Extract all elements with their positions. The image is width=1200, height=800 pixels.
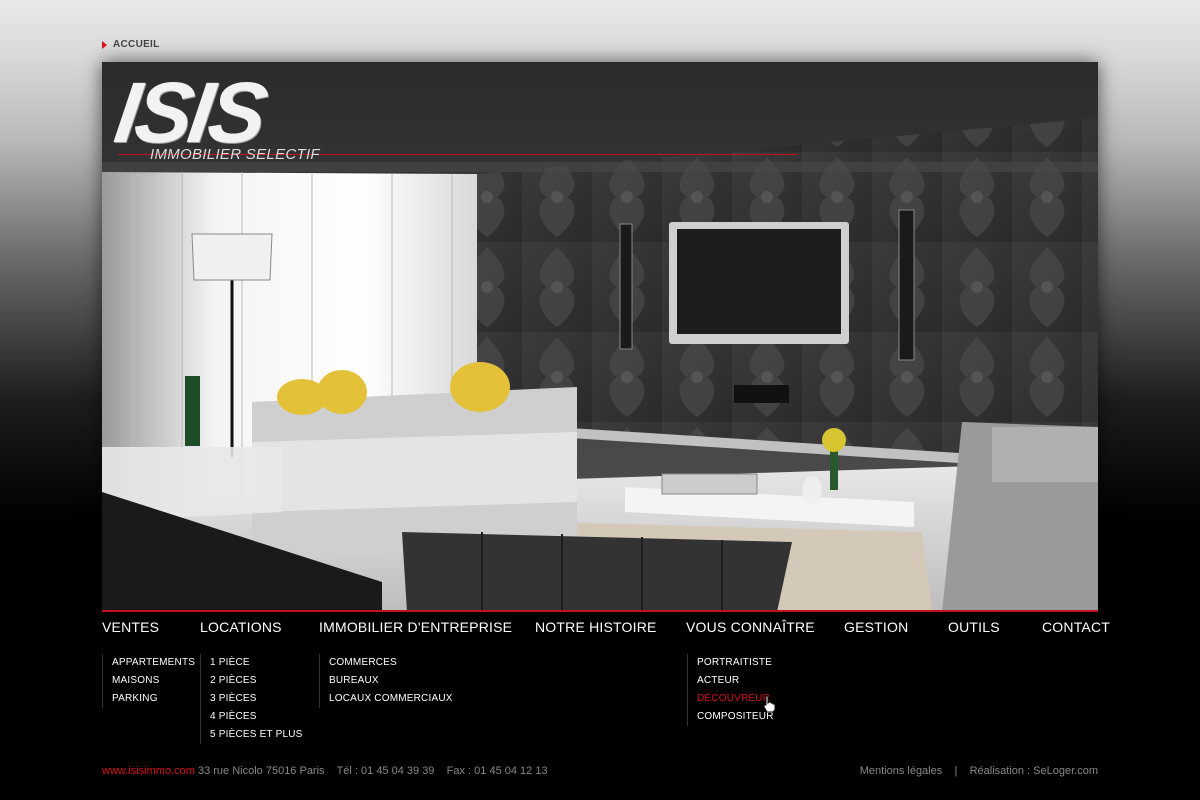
hero-image: ISIS IMMOBILIER SELECTIF — [102, 62, 1098, 612]
submenu-item-2-pieces[interactable]: 2 PIÈCES — [210, 672, 303, 690]
submenu-item-acteur[interactable]: ACTEUR — [697, 672, 774, 690]
submenu-item-maisons[interactable]: MAISONS — [112, 672, 195, 690]
submenu-locations: 1 PIÈCE 2 PIÈCES 3 PIÈCES 4 PIÈCES 5 PIÈ… — [200, 654, 303, 744]
nav-outils[interactable]: OUTILS — [948, 619, 1000, 635]
submenu-item-parking[interactable]: PARKING — [112, 690, 195, 708]
footer-contact: www.isisimmo.com 33 rue Nicolo 75016 Par… — [102, 765, 548, 777]
nav-ventes[interactable]: VENTES — [102, 619, 159, 635]
footer-credit-link[interactable]: Réalisation : SeLoger.com — [970, 765, 1098, 777]
submenu-entreprise: COMMERCES BUREAUX LOCAUX COMMERCIAUX — [319, 654, 453, 708]
hand-cursor-icon — [763, 695, 776, 713]
footer-url[interactable]: www.isisimmo.com — [102, 765, 195, 777]
footer-fax: Fax : 01 45 04 12 13 — [446, 765, 548, 777]
footer-tel: Tél : 01 45 04 39 39 — [336, 765, 435, 777]
footer-address: 33 rue Nicolo 75016 Paris — [197, 765, 325, 777]
submenu-item-bureaux[interactable]: BUREAUX — [329, 672, 453, 690]
hero-divider — [102, 610, 1098, 612]
breadcrumb-label[interactable]: ACCUEIL — [113, 39, 160, 50]
submenu-item-portraitiste[interactable]: PORTRAITISTE — [697, 654, 774, 672]
submenu-item-locaux-commerciaux[interactable]: LOCAUX COMMERCIAUX — [329, 690, 453, 708]
logo-subtitle: IMMOBILIER SELECTIF — [150, 146, 320, 163]
submenu-item-commerces[interactable]: COMMERCES — [329, 654, 453, 672]
submenu-item-1-piece[interactable]: 1 PIÈCE — [210, 654, 303, 672]
submenu-vous-connaitre: PORTRAITISTE ACTEUR DÉCOUVREUR COMPOSITE… — [687, 654, 774, 726]
submenu-item-4-pieces[interactable]: 4 PIÈCES — [210, 708, 303, 726]
nav-locations[interactable]: LOCATIONS — [200, 619, 282, 635]
nav-vous-connaitre[interactable]: VOUS CONNAÎTRE — [686, 619, 815, 635]
nav-notre-histoire[interactable]: NOTRE HISTOIRE — [535, 619, 657, 635]
breadcrumb[interactable]: ACCUEIL — [102, 39, 160, 50]
submenu-ventes: APPARTEMENTS MAISONS PARKING — [102, 654, 195, 708]
footer-links: Mentions légales | Réalisation : SeLoger… — [860, 765, 1098, 777]
nav-contact[interactable]: CONTACT — [1042, 619, 1110, 635]
nav-gestion[interactable]: GESTION — [844, 619, 908, 635]
footer-legal-link[interactable]: Mentions légales — [860, 765, 943, 777]
main-nav: VENTES LOCATIONS IMMOBILIER D'ENTREPRISE… — [102, 619, 1110, 639]
submenu-item-appartements[interactable]: APPARTEMENTS — [112, 654, 195, 672]
submenu-item-3-pieces[interactable]: 3 PIÈCES — [210, 690, 303, 708]
nav-immobilier-entreprise[interactable]: IMMOBILIER D'ENTREPRISE — [319, 619, 512, 635]
arrow-right-icon — [102, 40, 107, 49]
submenu-item-5-pieces[interactable]: 5 PIÈCES ET PLUS — [210, 726, 303, 744]
footer-separator: | — [954, 765, 958, 777]
logo[interactable]: ISIS IMMOBILIER SELECTIF — [102, 62, 1098, 172]
